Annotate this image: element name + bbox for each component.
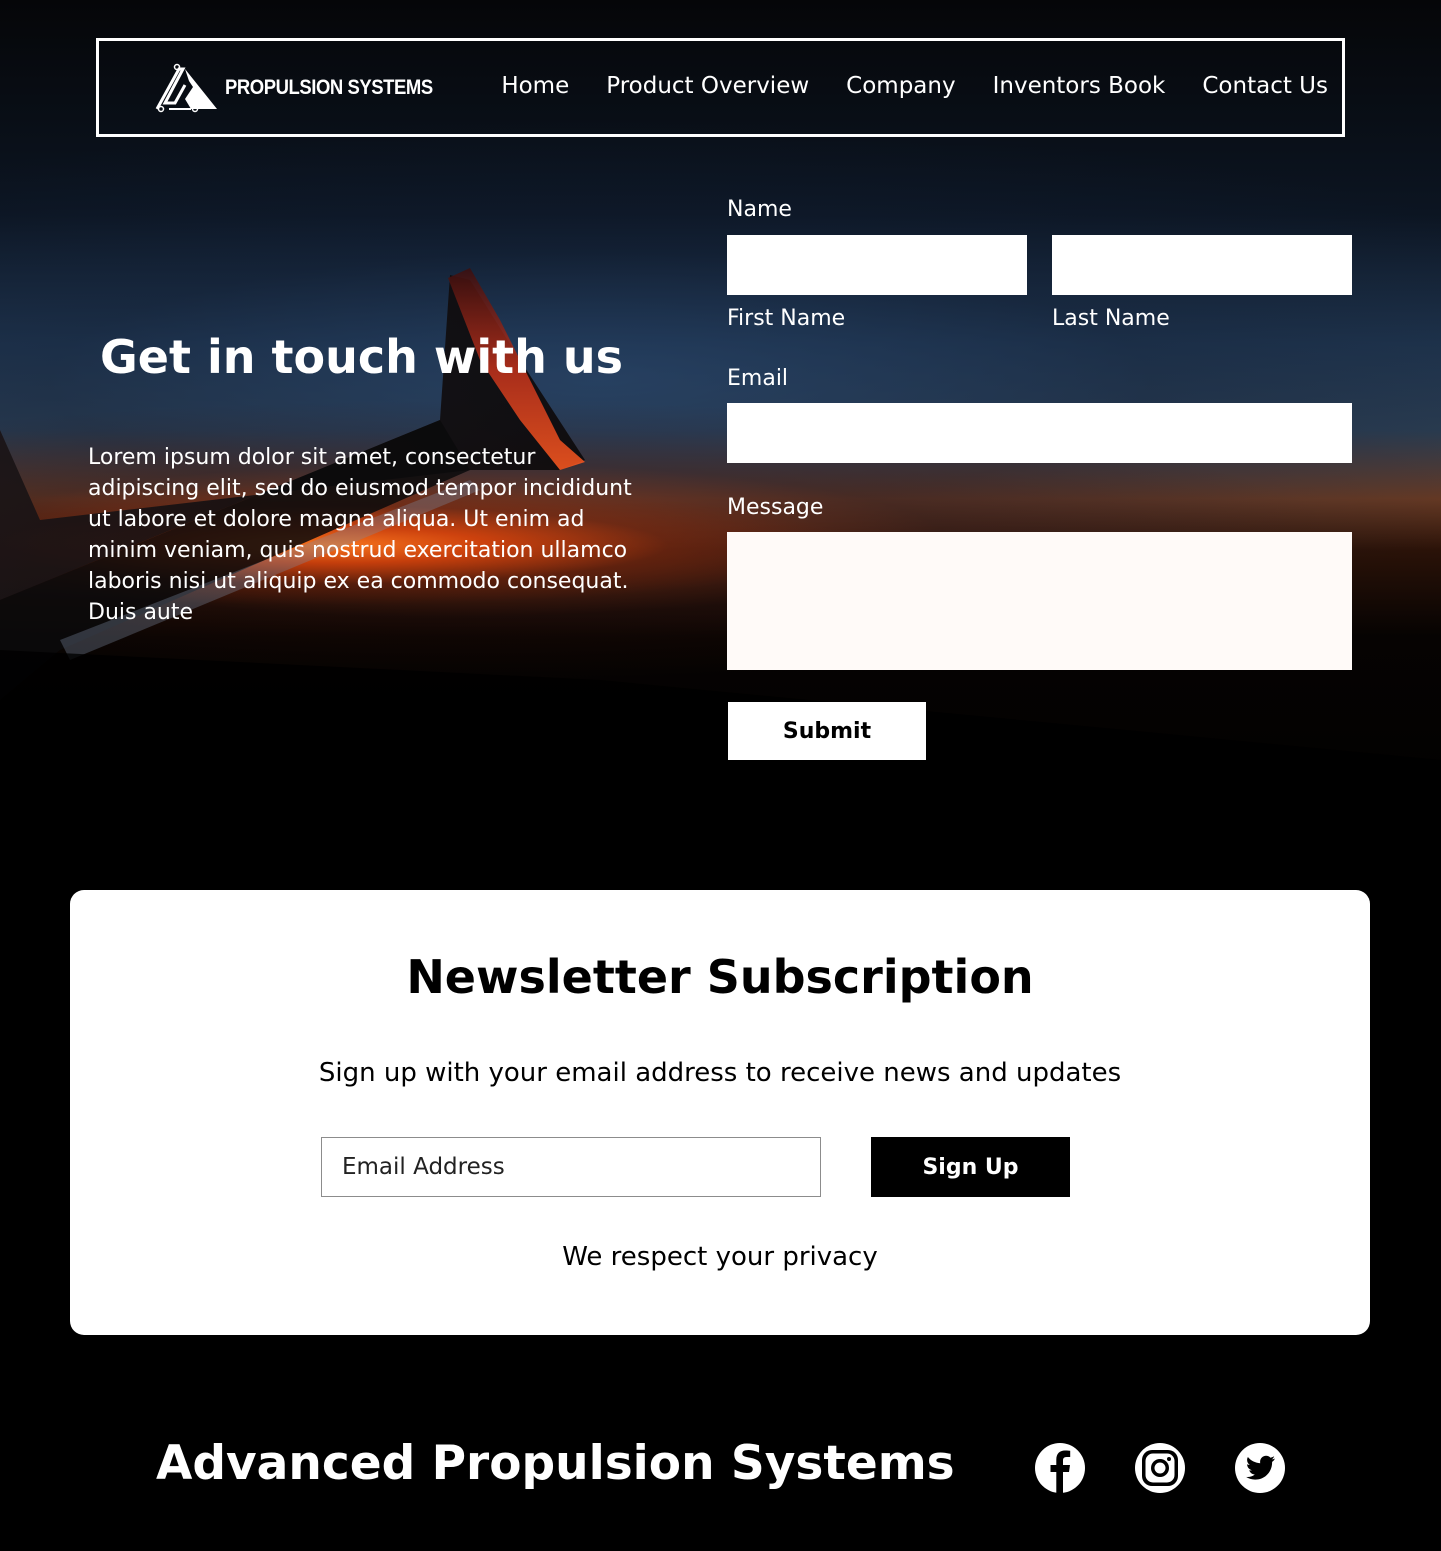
newsletter-card: Newsletter Subscription Sign up with you… (70, 890, 1370, 1335)
facebook-icon[interactable] (1034, 1442, 1086, 1494)
brand-logo-text: PROPULSION SYSTEMS (225, 76, 433, 99)
brand-logo[interactable]: PROPULSION SYSTEMS (155, 63, 461, 113)
first-name-label: First Name (727, 306, 846, 331)
nav-links: Home Product Overview Company Inventors … (501, 73, 1328, 99)
first-name-input[interactable] (727, 235, 1027, 295)
newsletter-title: Newsletter Subscription (406, 950, 1034, 1004)
last-name-input[interactable] (1052, 235, 1352, 295)
footer-company-name: Advanced Propulsion Systems (156, 1436, 955, 1491)
instagram-icon[interactable] (1134, 1442, 1186, 1494)
email-input[interactable] (727, 403, 1352, 463)
message-textarea[interactable] (727, 532, 1352, 670)
name-label: Name (727, 197, 792, 222)
nav-contact-us[interactable]: Contact Us (1202, 73, 1328, 99)
submit-button[interactable]: Submit (728, 702, 926, 760)
propulsion-logo-icon (155, 63, 217, 113)
nav-company[interactable]: Company (846, 73, 955, 99)
sign-up-button[interactable]: Sign Up (871, 1137, 1070, 1197)
top-navigation: PROPULSION SYSTEMS Home Product Overview… (96, 38, 1345, 137)
privacy-note: We respect your privacy (562, 1242, 878, 1272)
nav-product-overview[interactable]: Product Overview (606, 73, 809, 99)
nav-inventors-book[interactable]: Inventors Book (993, 73, 1166, 99)
message-label: Message (727, 495, 824, 520)
newsletter-subtitle: Sign up with your email address to recei… (318, 1058, 1122, 1088)
email-label: Email (727, 366, 789, 391)
nav-home[interactable]: Home (501, 73, 569, 99)
hero-title: Get in touch with us (100, 330, 624, 384)
twitter-icon[interactable] (1234, 1442, 1286, 1494)
newsletter-email-input[interactable] (321, 1137, 821, 1197)
last-name-label: Last Name (1052, 306, 1170, 331)
hero-description: Lorem ipsum dolor sit amet, consectetur … (88, 445, 632, 625)
